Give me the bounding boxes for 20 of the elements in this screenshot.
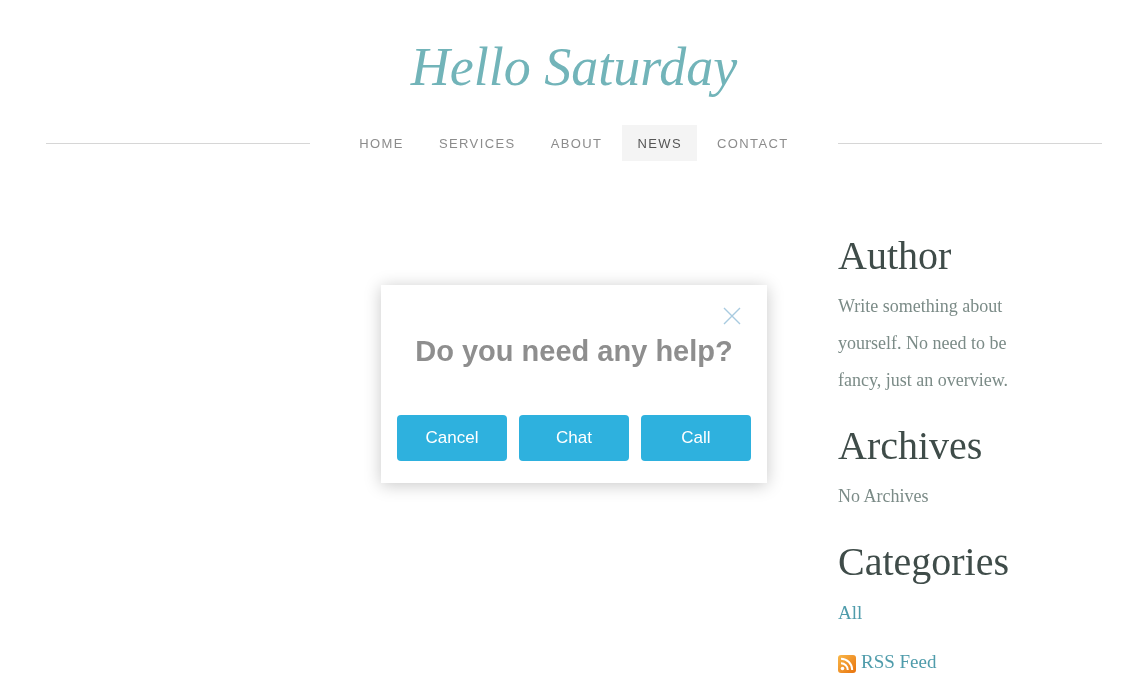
rss-feed-link[interactable]: RSS Feed (861, 651, 937, 673)
category-link[interactable]: All (838, 594, 863, 631)
nav-link[interactable]: CONTACT (702, 125, 804, 161)
rss-icon (838, 655, 856, 673)
sidebar-heading: Categories (838, 538, 1010, 586)
nav-link[interactable]: ABOUT (535, 125, 618, 161)
nav-link[interactable]: NEWS (622, 125, 698, 161)
dialog-button[interactable]: Call (641, 415, 751, 461)
close-icon (723, 307, 741, 325)
nav-link[interactable]: HOME (344, 125, 419, 161)
dialog-title: Do you need any help? (415, 334, 733, 369)
sidebar-text: Write something about yourself. No need to be fancy, just an overview. (838, 295, 1010, 392)
sidebar-text: No Archives (838, 485, 930, 508)
nav-link[interactable]: SERVICES (423, 125, 531, 161)
dialog-button[interactable]: Chat (519, 415, 629, 461)
site-logo[interactable]: Hello Saturday (410, 36, 738, 98)
sidebar-heading: Author (838, 232, 952, 280)
sidebar-heading: Archives (838, 422, 983, 470)
close-button[interactable] (723, 307, 741, 325)
dialog-button[interactable]: Cancel (397, 415, 507, 461)
